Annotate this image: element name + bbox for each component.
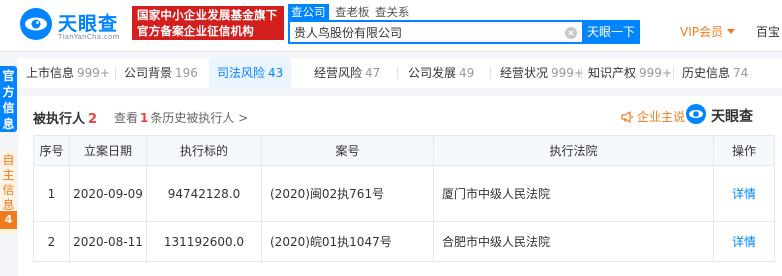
col-case-no-header: 案号 bbox=[261, 135, 434, 166]
tab-label: 上市信息 bbox=[26, 66, 75, 80]
tab-divider bbox=[115, 67, 116, 79]
tab-count: 999+ bbox=[77, 66, 110, 80]
history-executed-link[interactable]: 查看 1 条历史被执行人 > bbox=[114, 109, 248, 126]
tab-label: 公司发展 bbox=[408, 66, 457, 80]
search-tab-boss[interactable]: 查老板 bbox=[332, 4, 373, 20]
col-amount-header: 执行标的 bbox=[146, 135, 262, 166]
tab-divider bbox=[581, 67, 582, 79]
app-menu-link[interactable]: 百宝 bbox=[756, 23, 780, 40]
logo-name: 天眼查 bbox=[58, 13, 119, 35]
tab-count: 999+ bbox=[551, 66, 584, 80]
tab-count: 47 bbox=[365, 66, 381, 80]
tianyancha-logo-icon bbox=[20, 8, 52, 40]
tab-divider bbox=[673, 67, 674, 79]
tab-company-background[interactable]: 公司背景 196 bbox=[124, 58, 198, 88]
search-input[interactable] bbox=[294, 24, 559, 41]
history-prefix: 查看 bbox=[114, 111, 139, 125]
vip-member-link[interactable]: VIP会员 bbox=[680, 23, 735, 40]
megaphone-icon bbox=[621, 111, 633, 123]
history-count: 1 bbox=[140, 111, 149, 125]
site-logo[interactable]: 天眼查 TianYanCha.com bbox=[18, 6, 128, 46]
tab-label: 历史信息 bbox=[682, 66, 731, 80]
tab-listing-info[interactable]: 上市信息 999+ bbox=[26, 58, 110, 88]
logo-domain: TianYanCha.com bbox=[58, 33, 120, 41]
cell-amount: 94742128.0 bbox=[146, 165, 262, 222]
cell-case-no: (2020)闽02执761号 bbox=[261, 165, 434, 222]
table-row: 1 2020-09-09 94742128.0 (2020)闽02执761号 厦… bbox=[33, 165, 775, 222]
search-tab-relation[interactable]: 查关系 bbox=[372, 4, 413, 20]
detail-link[interactable]: 详情 bbox=[713, 221, 775, 262]
col-index-header: 序号 bbox=[33, 135, 70, 166]
tab-label: 知识产权 bbox=[588, 66, 637, 80]
owner-link-label: 企业主说 bbox=[637, 110, 686, 124]
category-tabs: 上市信息 999+ 公司背景 196 司法风险 43 经营风险 47 公司发展 49 经营… bbox=[18, 58, 782, 88]
col-date-header: 立案日期 bbox=[69, 135, 147, 166]
chevron-down-icon bbox=[727, 29, 735, 34]
cell-court[interactable]: 厦门市中级人民法院 bbox=[433, 165, 714, 222]
tab-operation-status[interactable]: 经营状况 999+ bbox=[500, 58, 584, 88]
brand-text: 天眼查 bbox=[711, 109, 753, 125]
owner-says-link[interactable]: 企业主说 bbox=[621, 108, 685, 125]
cell-index: 1 bbox=[33, 165, 70, 222]
table-header-row: 序号 立案日期 执行标的 案号 执行法院 操作 bbox=[33, 135, 775, 166]
banner-line-2: 官方备案企业征信机构 bbox=[137, 24, 254, 38]
tab-count: 196 bbox=[175, 66, 198, 80]
col-court-header: 执行法院 bbox=[433, 135, 714, 166]
tab-label: 经营风险 bbox=[314, 66, 363, 80]
tab-intellectual-property[interactable]: 知识产权 999+ bbox=[588, 58, 672, 88]
tab-count: 49 bbox=[459, 66, 475, 80]
tab-history-info[interactable]: 历史信息 74 bbox=[682, 58, 748, 88]
tab-operation-risk[interactable]: 经营风险 47 bbox=[314, 58, 380, 88]
cell-case-no: (2020)皖01执1047号 bbox=[261, 221, 434, 262]
tab-count: 43 bbox=[268, 66, 284, 80]
tab-count: 999+ bbox=[639, 66, 672, 80]
detail-link[interactable]: 详情 bbox=[713, 165, 775, 222]
section-count: 2 bbox=[88, 112, 98, 127]
history-suffix: 条历史被执行人 > bbox=[150, 111, 249, 125]
section-title-text: 被执行人 bbox=[33, 112, 86, 127]
vip-label: VIP会员 bbox=[680, 25, 723, 39]
tab-label: 司法风险 bbox=[217, 66, 266, 80]
executed-person-card: 被执行人 2 查看 1 条历史被执行人 > 企业主说 天眼查 序号 立案日期 执… bbox=[18, 96, 782, 276]
search-button[interactable]: 天眼一下 bbox=[582, 20, 640, 44]
side-official-info[interactable]: 官方信息 bbox=[0, 66, 17, 132]
credential-banner[interactable]: 国家中小企业发展基金旗下 官方备案企业征信机构 bbox=[132, 6, 284, 40]
cell-date: 2020-08-11 bbox=[69, 221, 147, 262]
side-self-count: 4 bbox=[0, 211, 17, 229]
cell-amount: 131192600.0 bbox=[146, 221, 262, 262]
banner-line-1: 国家中小企业发展基金旗下 bbox=[137, 8, 278, 22]
tianyancha-brand: 天眼查 bbox=[685, 103, 753, 127]
cell-date: 2020-09-09 bbox=[69, 165, 147, 222]
tab-label: 公司背景 bbox=[124, 66, 173, 80]
cell-court[interactable]: 合肥市中级人民法院 bbox=[433, 221, 714, 262]
tianyancha-brand-icon bbox=[686, 104, 706, 124]
search-box bbox=[288, 20, 582, 44]
tab-divider bbox=[397, 67, 398, 79]
tab-label: 经营状况 bbox=[500, 66, 549, 80]
executed-person-table: 序号 立案日期 执行标的 案号 执行法院 操作 1 2020-09-09 947… bbox=[33, 135, 775, 262]
top-header: 天眼查 TianYanCha.com 国家中小企业发展基金旗下 官方备案企业征信… bbox=[0, 0, 782, 52]
col-action-header: 操作 bbox=[713, 135, 775, 166]
tab-count: 74 bbox=[733, 66, 749, 80]
search-tab-company[interactable]: 查公司 bbox=[288, 4, 329, 20]
section-title: 被执行人 2 bbox=[33, 108, 97, 127]
tab-company-development[interactable]: 公司发展 49 bbox=[408, 58, 474, 88]
cell-index: 2 bbox=[33, 221, 70, 262]
table-row: 2 2020-08-11 131192600.0 (2020)皖01执1047号… bbox=[33, 221, 775, 262]
tab-divider bbox=[490, 67, 491, 79]
side-self-label: 自主信息 bbox=[2, 153, 15, 212]
clear-icon[interactable] bbox=[565, 27, 577, 39]
tab-judicial-risk[interactable]: 司法风险 43 bbox=[209, 58, 292, 88]
